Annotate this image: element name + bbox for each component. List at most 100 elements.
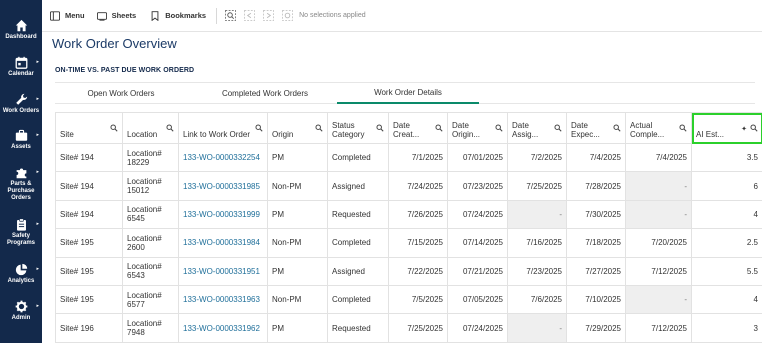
table-row[interactable]: Site# 195 Location# 2600 133-WO-0000331984… bbox=[55, 228, 762, 258]
column-header-date-originated[interactable]: Date Origin... bbox=[447, 112, 508, 144]
sidebar-item-safety-programs[interactable]: ▸ Safety Programs bbox=[0, 217, 42, 247]
sidebar-item-parts-purchase-orders[interactable]: ▸ Parts & Purchase Orders bbox=[0, 165, 42, 202]
table-row[interactable]: Site# 195 Location# 6577 133-WO-0000331963… bbox=[55, 284, 762, 315]
caret-right-icon: ▸ bbox=[36, 132, 39, 138]
table-cell-site: Site# 195 bbox=[55, 284, 123, 315]
table-cell-date-assigned: 7/23/2025 bbox=[507, 256, 567, 286]
table-cell-link-to-work-order[interactable]: 133-WO-0000332254 bbox=[178, 142, 268, 173]
table-cell-site: Site# 196 bbox=[55, 313, 123, 343]
search-icon[interactable] bbox=[376, 124, 384, 132]
step-forward-icon[interactable] bbox=[263, 10, 274, 21]
table-cell-actual-completed: 7/20/2025 bbox=[625, 228, 692, 258]
tab-work-order-details[interactable]: Work Order Details bbox=[337, 83, 479, 104]
table-cell-actual-completed: 7/4/2025 bbox=[625, 142, 692, 173]
sheets-button[interactable]: Sheets bbox=[96, 11, 137, 21]
caret-right-icon: ▸ bbox=[36, 266, 39, 272]
table-cell-link-to-work-order[interactable]: 133-WO-0000331963 bbox=[178, 284, 268, 315]
table-cell-link-to-work-order[interactable]: 133-WO-0000331962 bbox=[178, 313, 268, 343]
table-cell-location: Location# 15012 bbox=[122, 171, 179, 201]
table-cell-date-created: 7/15/2025 bbox=[388, 228, 448, 258]
column-header-location[interactable]: Location bbox=[122, 112, 179, 144]
search-icon[interactable] bbox=[255, 124, 263, 132]
sidebar-item-calendar[interactable]: ▸ Calendar bbox=[0, 55, 42, 78]
column-header-actual-completed[interactable]: Actual Comple... bbox=[625, 112, 692, 144]
sidebar-item-assets[interactable]: ▸ Assets bbox=[0, 128, 42, 151]
search-icon[interactable] bbox=[679, 124, 687, 132]
sheets-label: Sheets bbox=[111, 11, 137, 20]
table-cell-ai-estimate: 4 bbox=[691, 284, 762, 315]
table-cell-location: Location# 6545 bbox=[122, 199, 179, 230]
caret-right-icon: ▸ bbox=[36, 303, 39, 309]
work-order-table: Site Location Link to Work Order Origin Stat… bbox=[55, 112, 762, 343]
search-icon[interactable] bbox=[750, 124, 758, 132]
tab-completed-work-orders[interactable]: Completed Work Orders bbox=[195, 83, 335, 104]
table-cell-ai-estimate: 3 bbox=[691, 313, 762, 343]
search-icon[interactable] bbox=[315, 124, 323, 132]
column-header-ai-estimate[interactable]: AI Est... ✦ bbox=[691, 112, 762, 144]
page-title: Work Order Overview bbox=[52, 36, 177, 51]
table-header-row: Site Location Link to Work Order Origin Stat… bbox=[55, 112, 762, 144]
sidebar-item-analytics[interactable]: ▸ Analytics bbox=[0, 262, 42, 285]
column-header-link-to-work-order[interactable]: Link to Work Order bbox=[178, 112, 268, 144]
smart-search-icon[interactable] bbox=[225, 10, 236, 21]
table-row[interactable]: Site# 194 Location# 6545 133-WO-0000331999… bbox=[55, 199, 762, 230]
table-cell-date-originated: 07/01/2025 bbox=[447, 142, 508, 173]
search-icon[interactable] bbox=[110, 124, 118, 132]
sidebar-item-label: Dashboard bbox=[5, 34, 37, 40]
column-header-status-category[interactable]: Status Category bbox=[327, 112, 389, 144]
table-cell-status-category: Requested bbox=[327, 313, 389, 343]
clear-selections-icon[interactable] bbox=[282, 10, 293, 21]
sidebar-item-label: Assets bbox=[11, 144, 31, 150]
table-cell-date-originated: 07/21/2025 bbox=[447, 256, 508, 286]
sidebar-item-label: Parts & Purchase Orders bbox=[7, 181, 35, 201]
table-cell-link-to-work-order[interactable]: 133-WO-0000331985 bbox=[178, 171, 268, 201]
sidebar-item-admin[interactable]: ▸ Admin bbox=[0, 299, 42, 322]
table-row[interactable]: Site# 196 Location# 7948 133-WO-0000331962… bbox=[55, 313, 762, 343]
puzzle-icon bbox=[14, 165, 28, 179]
table-row[interactable]: Site# 194 Location# 18229 133-WO-000033225… bbox=[55, 142, 762, 173]
bookmarks-button[interactable]: Bookmarks bbox=[150, 10, 206, 21]
table-cell-date-expected: 7/29/2025 bbox=[566, 313, 626, 343]
table-cell-link-to-work-order[interactable]: 133-WO-0000331951 bbox=[178, 256, 268, 286]
table-cell-link-to-work-order[interactable]: 133-WO-0000331999 bbox=[178, 199, 268, 230]
table-row[interactable]: Site# 195 Location# 6543 133-WO-0000331951… bbox=[55, 256, 762, 286]
table-cell-status-category: Completed bbox=[327, 142, 389, 173]
search-icon[interactable] bbox=[166, 124, 174, 132]
sidebar-item-label: Calendar bbox=[8, 71, 34, 77]
table-cell-date-originated: 07/05/2025 bbox=[447, 284, 508, 315]
table-cell-date-assigned: 7/2/2025 bbox=[507, 142, 567, 173]
search-icon[interactable] bbox=[554, 124, 562, 132]
caret-right-icon: ▸ bbox=[36, 96, 39, 102]
search-icon[interactable] bbox=[613, 124, 621, 132]
tab-open-work-orders[interactable]: Open Work Orders bbox=[55, 83, 187, 104]
caret-right-icon: ▸ bbox=[36, 169, 39, 175]
column-header-site[interactable]: Site bbox=[55, 112, 123, 144]
section-title: ON-TIME VS. PAST DUE WORK ORDERD bbox=[55, 67, 195, 74]
menu-button[interactable]: Menu bbox=[50, 10, 85, 21]
table-cell-link-to-work-order[interactable]: 133-WO-0000331984 bbox=[178, 228, 268, 258]
sidebar-item-dashboard[interactable]: Dashboard bbox=[0, 18, 42, 41]
table-cell-status-category: Requested bbox=[327, 199, 389, 230]
table-cell-ai-estimate: 5.5 bbox=[691, 256, 762, 286]
sidebar-item-work-orders[interactable]: ▸ Work Orders bbox=[0, 92, 42, 115]
table-cell-date-expected: 7/30/2025 bbox=[566, 199, 626, 230]
table-cell-status-category: Completed bbox=[327, 228, 389, 258]
column-header-date-created[interactable]: Date Creat... bbox=[388, 112, 448, 144]
column-header-date-assigned[interactable]: Date Assig... bbox=[507, 112, 567, 144]
table-body: Site# 194 Location# 18229 133-WO-000033225… bbox=[55, 142, 762, 343]
table-cell-actual-completed: 7/12/2025 bbox=[625, 256, 692, 286]
table-cell-actual-completed: 7/12/2025 bbox=[625, 313, 692, 343]
sidebar-item-label: Safety Programs bbox=[6, 233, 35, 246]
search-icon[interactable] bbox=[435, 124, 443, 132]
step-back-icon[interactable] bbox=[244, 10, 255, 21]
table-cell-origin: PM bbox=[267, 256, 328, 286]
table-cell-site: Site# 195 bbox=[55, 256, 123, 286]
search-icon[interactable] bbox=[495, 124, 503, 132]
table-row[interactable]: Site# 194 Location# 15012 133-WO-000033198… bbox=[55, 171, 762, 201]
table-cell-origin: Non-PM bbox=[267, 228, 328, 258]
table-cell-date-created: 7/5/2025 bbox=[388, 284, 448, 315]
table-cell-origin: Non-PM bbox=[267, 284, 328, 315]
sidebar-item-label: Analytics bbox=[7, 278, 35, 284]
column-header-date-expected[interactable]: Date Expec... bbox=[566, 112, 626, 144]
column-header-origin[interactable]: Origin bbox=[267, 112, 328, 144]
